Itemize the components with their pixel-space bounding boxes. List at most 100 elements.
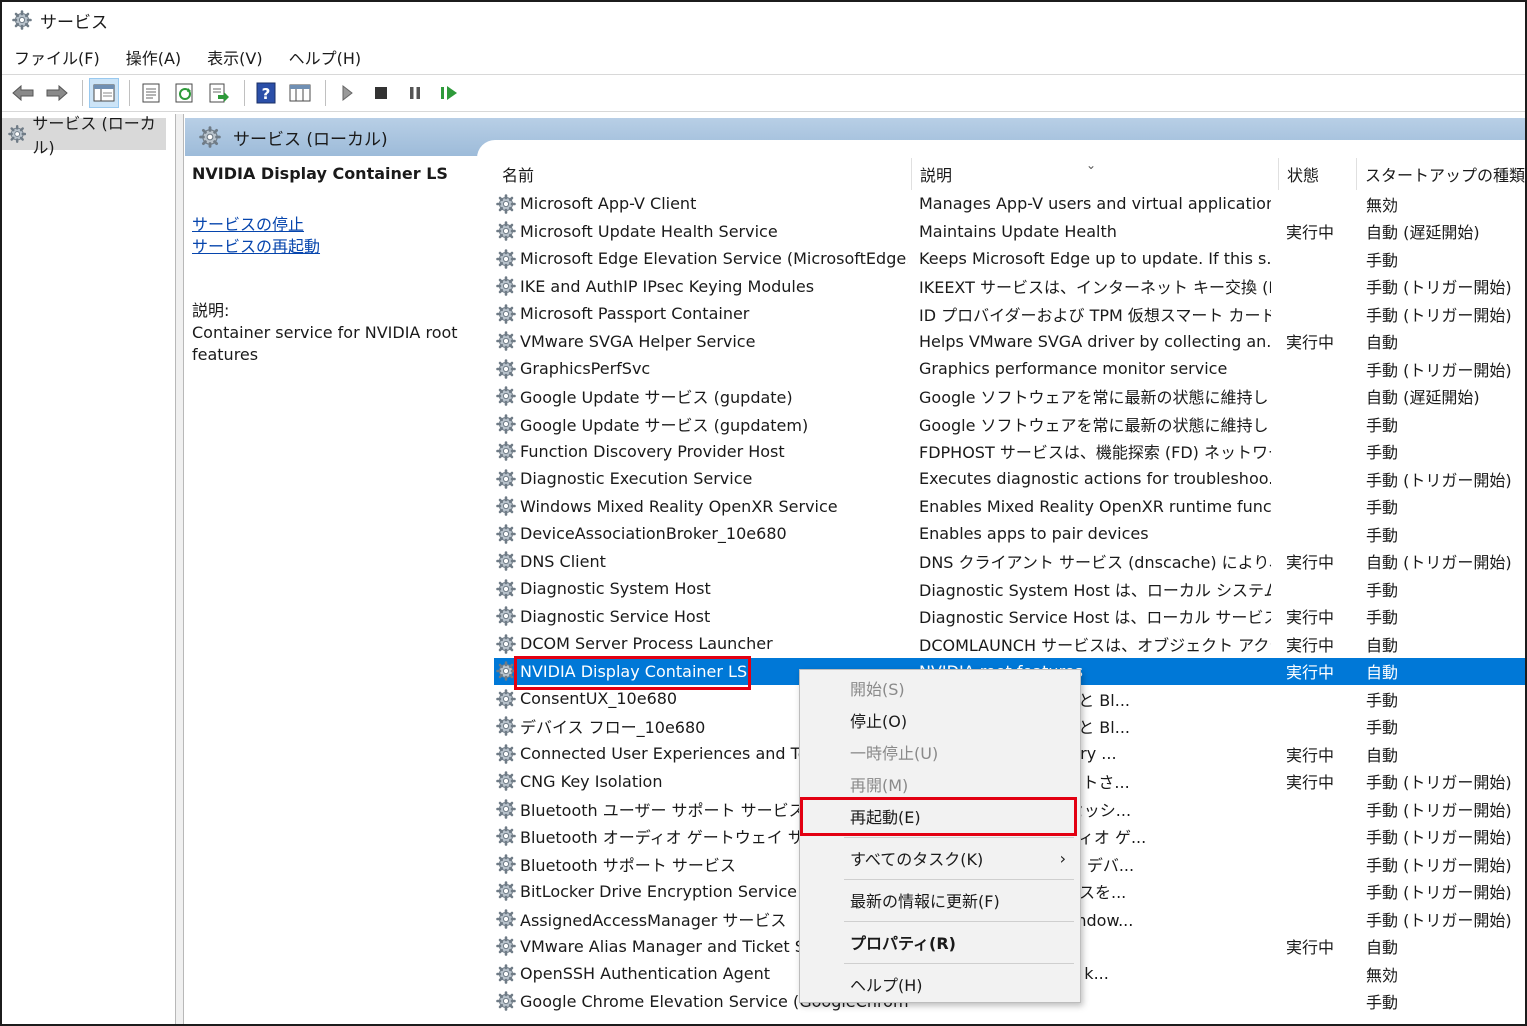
header-tab-curve [477, 140, 1525, 158]
service-status [1286, 355, 1356, 383]
menu-item-resume[interactable]: 再開(M) [800, 769, 1080, 799]
service-gear-icon [496, 331, 516, 351]
table-row[interactable]: Windows Mixed Reality OpenXR Service Enab… [494, 493, 1525, 521]
service-startup-type: 自動 [1366, 745, 1399, 765]
service-status [1286, 465, 1356, 493]
service-startup-type: 自動 [1366, 663, 1399, 683]
service-description: Google ソフトウェアを常に最新の状態に維持しま... [919, 415, 1271, 435]
back-arrow-icon[interactable] [8, 78, 38, 108]
service-startup-type: 手動 (トリガー開始) [1366, 883, 1512, 903]
menu-action[interactable]: 操作(A) [126, 45, 181, 69]
service-startup-type: 手動 (トリガー開始) [1366, 828, 1512, 848]
service-name: ConsentUX_10e680 [520, 689, 678, 709]
title-bar: サービス [2, 2, 1525, 38]
service-description: Enables Mixed Reality OpenXR runtime fun… [919, 496, 1271, 516]
service-startup-type: 手動 [1366, 415, 1399, 435]
table-row[interactable]: Diagnostic Service Host Diagnostic Servic… [494, 603, 1525, 631]
menu-item-start[interactable]: 開始(S) [800, 673, 1080, 703]
menu-help[interactable]: ヘルプ(H) [289, 45, 362, 69]
pane-splitter[interactable] [176, 114, 184, 1024]
table-row[interactable]: Microsoft Update Health Service Maintains… [494, 218, 1525, 246]
service-startup-type: 手動 [1366, 690, 1399, 710]
service-name: DeviceAssociationBroker_10e680 [520, 524, 787, 544]
column-header-status[interactable]: 状態 [1278, 158, 1354, 190]
table-row[interactable]: Google Update サービス (gupdatem) Google ソフトウ… [494, 410, 1525, 438]
service-status: 実行中 [1286, 553, 1335, 573]
help-icon[interactable]: ? [251, 78, 281, 108]
service-gear-icon [496, 854, 516, 874]
service-status [1286, 190, 1356, 218]
menu-item-pause[interactable]: 一時停止(U) [800, 737, 1080, 767]
service-status: 実行中 [1286, 635, 1335, 655]
stop-service-link[interactable]: サービスの停止 [192, 214, 482, 236]
column-header-name[interactable]: 名前 [494, 158, 904, 190]
table-row[interactable]: Diagnostic System Host Diagnostic System … [494, 575, 1525, 603]
service-status [1286, 410, 1356, 438]
console-tree-icon[interactable] [89, 78, 119, 108]
table-row[interactable]: Microsoft App-V Client Manages App-V user… [494, 190, 1525, 218]
service-gear-icon [496, 799, 516, 819]
service-description: Helps VMware SVGA driver by collecting a… [919, 331, 1271, 351]
table-row[interactable]: DeviceAssociationBroker_10e680 Enables ap… [494, 520, 1525, 548]
menu-item-help[interactable]: ヘルプ(H) [800, 969, 1080, 999]
service-status [1286, 905, 1356, 933]
pause-service-icon[interactable] [400, 78, 430, 108]
selected-service-title: NVIDIA Display Container LS [192, 164, 448, 183]
menu-file[interactable]: ファイル(F) [14, 45, 100, 69]
service-name-cell: IKE and AuthIP IPsec Keying Modules [496, 273, 908, 301]
service-startup-type: 手動 [1366, 608, 1399, 628]
table-row[interactable]: Microsoft Edge Elevation Service (Micros… [494, 245, 1525, 273]
service-startup-type: 手動 (トリガー開始) [1366, 470, 1512, 490]
menu-item-all-tasks[interactable]: すべてのタスク(K) › [800, 843, 1080, 873]
service-startup-type: 自動 (遅延開始) [1366, 388, 1480, 408]
table-row[interactable]: DNS Client DNS クライアント サービス (dnscache) により… [494, 548, 1525, 576]
submenu-arrow-icon: › [1059, 848, 1066, 868]
table-row[interactable]: Diagnostic Execution Service Executes dia… [494, 465, 1525, 493]
service-startup-type: 手動 (トリガー開始) [1366, 800, 1512, 820]
service-status [1286, 575, 1356, 603]
properties-icon[interactable] [136, 78, 166, 108]
show-hide-icon[interactable] [285, 78, 315, 108]
menu-item-stop[interactable]: 停止(O) [800, 705, 1080, 735]
service-name: Microsoft App-V Client [520, 194, 697, 214]
details-pane-title: サービス (ローカル) [233, 129, 388, 150]
table-row[interactable]: GraphicsPerfSvc Graphics performance moni… [494, 355, 1525, 383]
forward-arrow-icon[interactable] [42, 78, 72, 108]
service-description: IKEEXT サービスは、インターネット キー交換 (IKE) ... [919, 278, 1271, 298]
service-name-cell: Windows Mixed Reality OpenXR Service [496, 493, 908, 521]
service-gear-icon [496, 221, 516, 241]
stop-service-icon[interactable] [366, 78, 396, 108]
service-startup-type: 手動 (トリガー開始) [1366, 305, 1512, 325]
service-description: Diagnostic System Host は、ローカル システム コ... [919, 580, 1271, 600]
service-gear-icon [496, 606, 516, 626]
menu-item-refresh[interactable]: 最新の情報に更新(F) [800, 885, 1080, 915]
service-name: Google Update サービス (gupdatem) [520, 415, 809, 435]
start-service-icon[interactable] [332, 78, 362, 108]
toolbar: ? [2, 74, 1525, 112]
menu-item-properties[interactable]: プロパティ(R) [800, 927, 1080, 957]
table-row[interactable]: Function Discovery Provider Host FDPHOST … [494, 438, 1525, 466]
table-row[interactable]: VMware SVGA Helper Service Helps VMware S… [494, 328, 1525, 356]
svg-text:?: ? [262, 85, 271, 103]
export-list-icon[interactable] [204, 78, 234, 108]
service-status: 実行中 [1286, 773, 1335, 793]
tree-item-services-local[interactable]: サービス (ローカル) [2, 114, 166, 157]
menu-item-restart[interactable]: 再起動(E) [800, 801, 1080, 831]
resume-service-icon[interactable] [434, 78, 464, 108]
service-gear-icon [496, 826, 516, 846]
service-status [1286, 795, 1356, 823]
service-description: Manages App-V users and virtual applicat… [919, 194, 1271, 214]
refresh-icon[interactable] [170, 78, 200, 108]
service-startup-type: 自動 [1366, 938, 1399, 958]
column-header-startup-type[interactable]: スタートアップの種類 [1356, 158, 1525, 190]
menu-view[interactable]: 表示(V) [207, 45, 262, 69]
service-name-cell: Microsoft Passport Container [496, 300, 908, 328]
table-row[interactable]: Microsoft Passport Container ID プロバイダーおよび… [494, 300, 1525, 328]
table-row[interactable]: IKE and AuthIP IPsec Keying Modules IKEEX… [494, 273, 1525, 301]
service-name-cell: Google Update サービス (gupdate) [496, 383, 908, 411]
table-row[interactable]: Google Update サービス (gupdate) Google ソフトウェ… [494, 383, 1525, 411]
restart-service-link[interactable]: サービスの再起動 [192, 236, 482, 258]
table-row[interactable]: DCOM Server Process Launcher DCOMLAUNCH サ… [494, 630, 1525, 658]
service-startup-type: 自動 [1366, 333, 1399, 353]
tree-item-label: サービス (ローカル) [32, 114, 156, 157]
